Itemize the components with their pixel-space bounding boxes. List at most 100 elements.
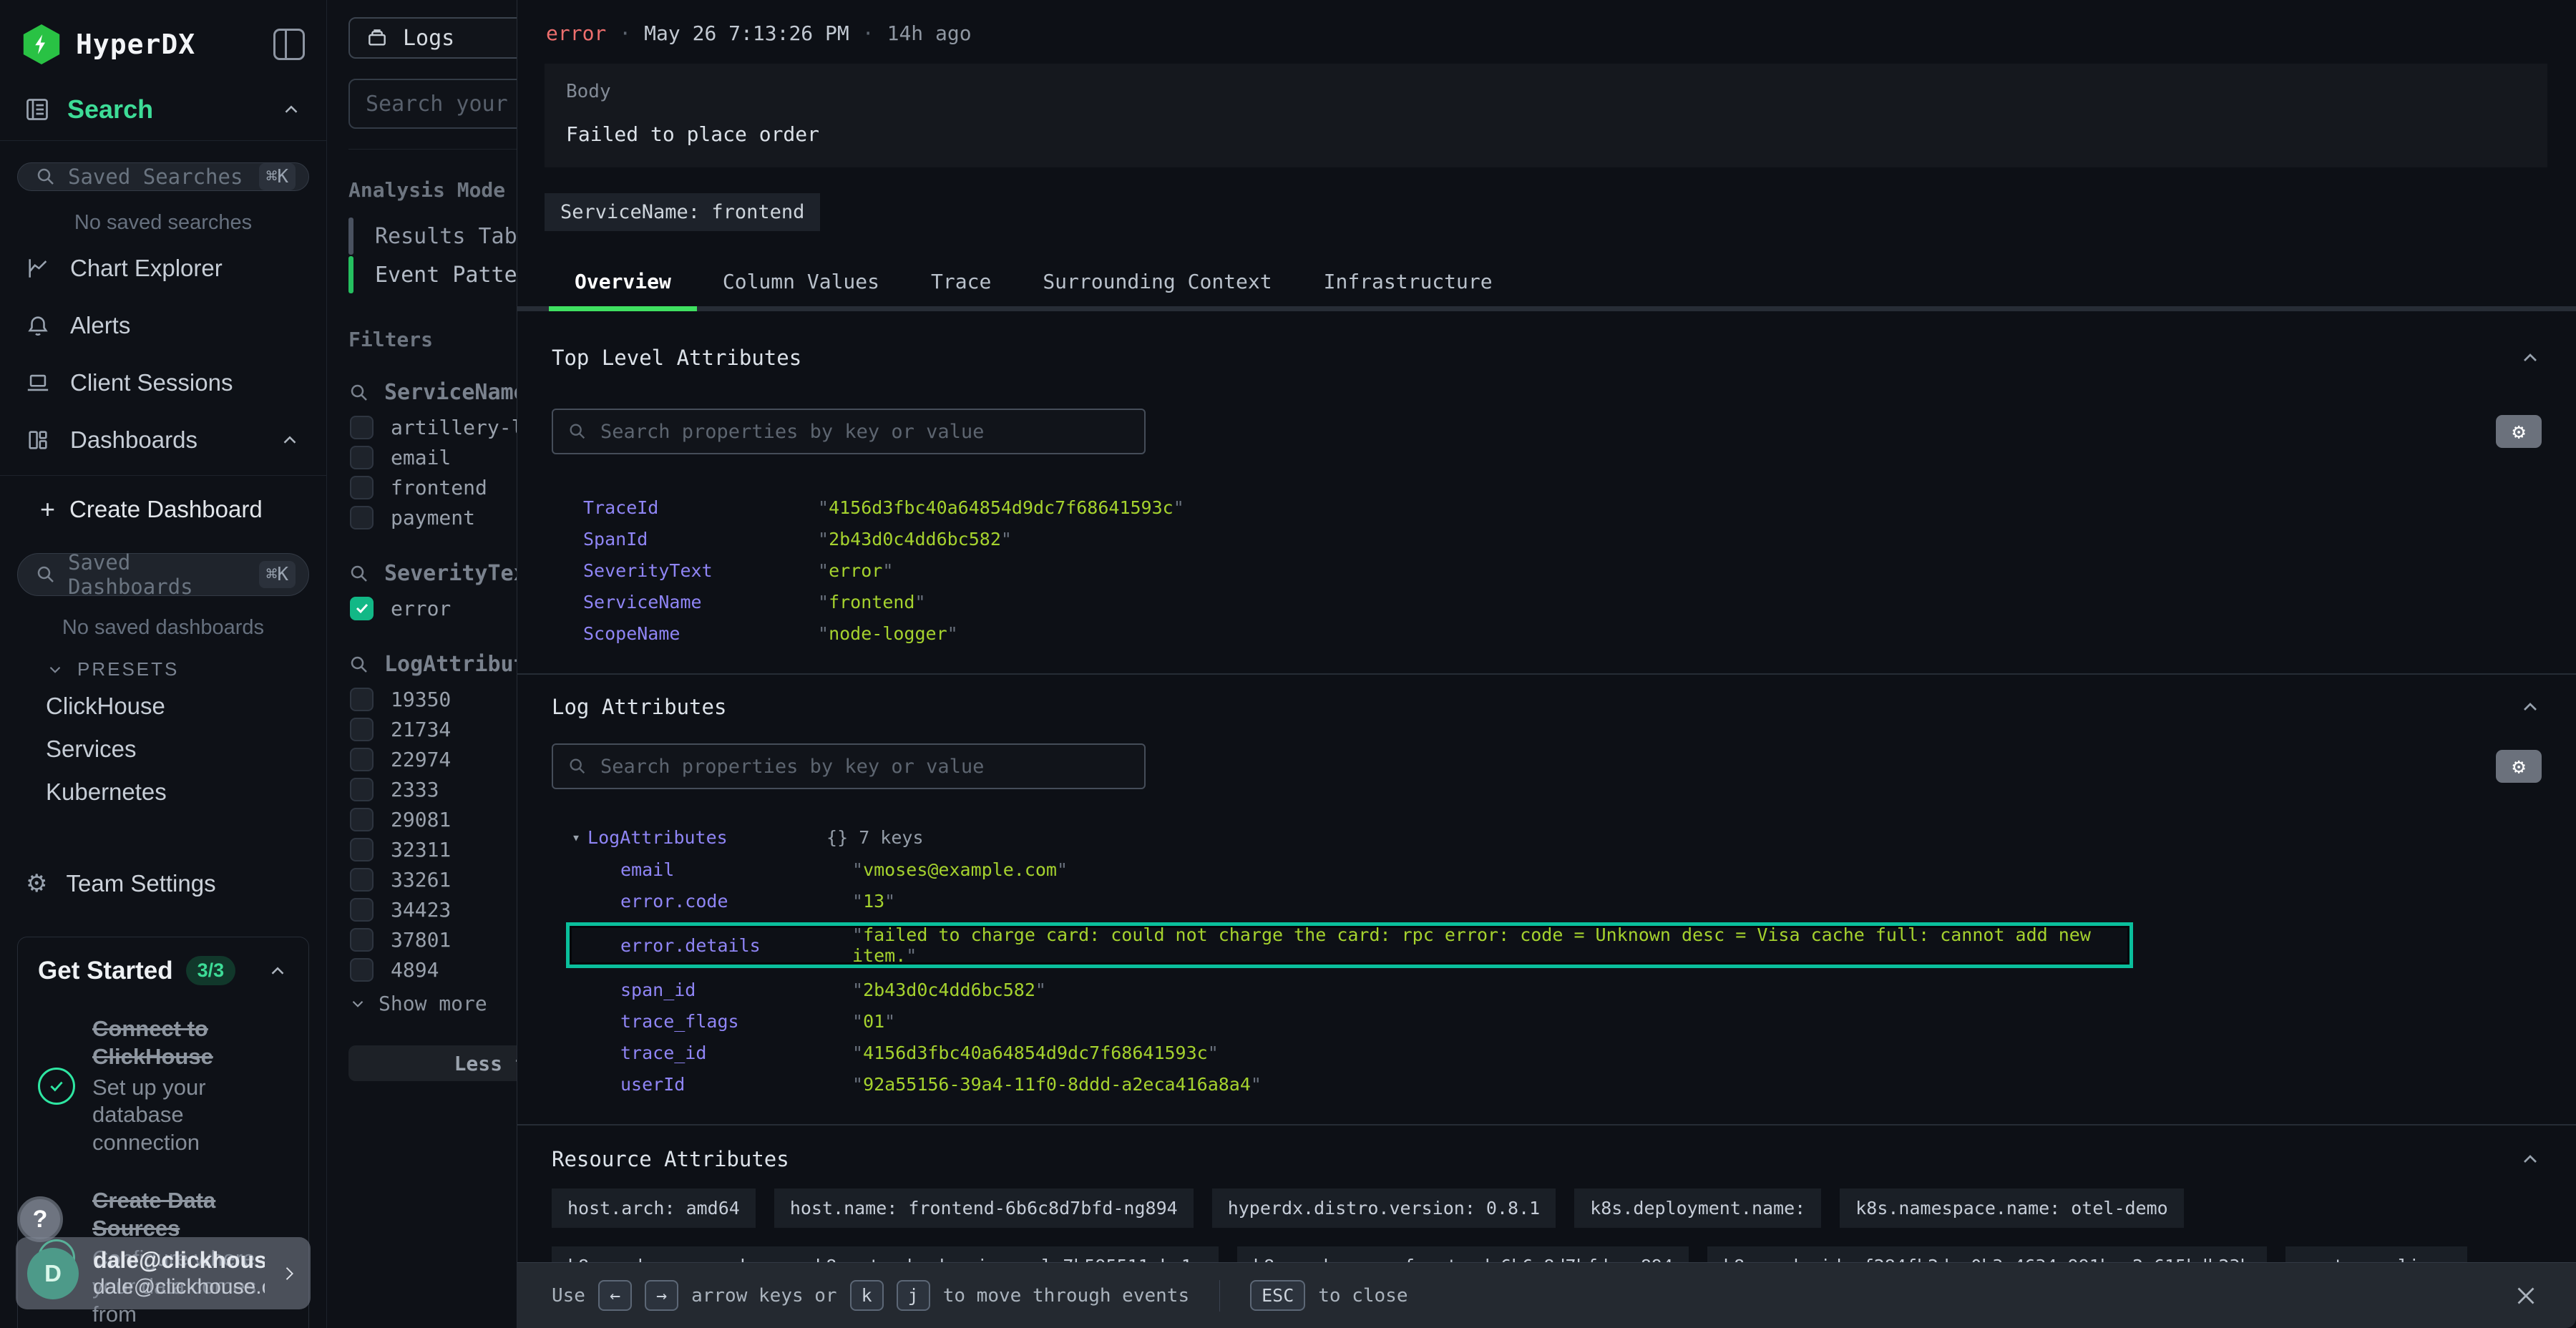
attribute-row[interactable]: ServiceName frontend xyxy=(552,586,2542,617)
checkbox-checked[interactable] xyxy=(350,597,374,620)
preset-item[interactable]: ClickHouse xyxy=(0,685,326,728)
sidebar-item-alerts[interactable]: Alerts xyxy=(0,302,326,349)
attribute-row[interactable]: SpanId 2b43d0c4dd6bc582 xyxy=(552,523,2542,555)
checkbox-unchecked[interactable] xyxy=(350,928,374,952)
checkbox-unchecked[interactable] xyxy=(350,416,374,439)
user-org: dale@clickhouse.com's xyxy=(93,1275,265,1299)
tab-surrounding-context[interactable]: Surrounding Context xyxy=(1017,261,1297,306)
gear-icon: ⚙ xyxy=(26,869,47,898)
footer-text: to close xyxy=(1318,1285,1407,1307)
close-icon[interactable] xyxy=(2513,1283,2539,1309)
attribute-row[interactable]: trace_flags 01 xyxy=(552,1005,2542,1037)
laptop-icon xyxy=(26,371,50,395)
chevron-up-icon[interactable] xyxy=(280,99,302,120)
search-icon xyxy=(567,421,587,441)
chevron-down-icon xyxy=(348,995,367,1013)
search-icon[interactable] xyxy=(348,654,370,675)
search-icon[interactable] xyxy=(348,563,370,585)
properties-search-input[interactable]: Search properties by key or value xyxy=(552,743,1146,789)
checkbox-unchecked[interactable] xyxy=(350,506,374,529)
checkbox-unchecked[interactable] xyxy=(350,748,374,771)
resource-tag[interactable]: hyperdx.distro.version: 0.8.1 xyxy=(1212,1188,1556,1228)
resource-tag[interactable]: host.arch: amd64 xyxy=(552,1188,756,1228)
tab-overview[interactable]: Overview xyxy=(549,261,697,306)
attribute-key: SeverityText xyxy=(583,560,818,581)
checkbox-unchecked[interactable] xyxy=(350,446,374,469)
properties-search-input[interactable]: Search properties by key or value xyxy=(552,409,1146,454)
chevron-up-icon[interactable] xyxy=(279,429,301,451)
attribute-row[interactable]: trace_id 4156d3fbc40a64854d9dc7f68641593… xyxy=(552,1037,2542,1068)
checkbox-unchecked[interactable] xyxy=(350,958,374,982)
sidebar-item-client-sessions[interactable]: Client Sessions xyxy=(0,359,326,406)
presets-toggle[interactable]: PRESETS xyxy=(0,640,326,685)
sidebar-section-search[interactable]: Search xyxy=(0,64,326,141)
checkbox-unchecked[interactable] xyxy=(350,778,374,801)
tab-column-values[interactable]: Column Values xyxy=(697,261,905,306)
body-label: Body xyxy=(566,81,2526,102)
checkbox-unchecked[interactable] xyxy=(350,688,374,711)
collapse-section-icon[interactable] xyxy=(2519,1148,2542,1171)
help-button[interactable]: ? xyxy=(17,1196,63,1242)
checkbox-unchecked[interactable] xyxy=(350,868,374,892)
resource-tag[interactable]: k8s.namespace.name: otel-demo xyxy=(1840,1188,2184,1228)
footer-text: Use xyxy=(552,1285,585,1307)
team-settings-label: Team Settings xyxy=(66,870,215,897)
logattributes-root-row[interactable]: ▾ LogAttributes {} 7 keys xyxy=(552,821,2542,854)
saved-dashboards-input[interactable]: Saved Dashboards ⌘K xyxy=(17,553,309,596)
event-timestamp: May 26 7:13:26 PM xyxy=(644,21,849,45)
collapse-section-icon[interactable] xyxy=(2519,346,2542,369)
resource-tag[interactable]: k8s.deployment.name: xyxy=(1574,1188,1821,1228)
event-relative-time: 14h ago xyxy=(887,21,972,45)
attribute-key: userId xyxy=(620,1074,852,1095)
attribute-key: TraceId xyxy=(583,497,818,518)
attribute-key: trace_flags xyxy=(620,1011,852,1032)
filter-item-label: 37801 xyxy=(391,928,451,952)
saved-searches-input[interactable]: Saved Searches ⌘K xyxy=(17,162,309,191)
user-menu[interactable]: D dale@clickhouse.com dale@clickhouse.co… xyxy=(16,1237,311,1309)
filter-group-title: ServiceName xyxy=(384,380,527,405)
attribute-value: 92a55156-39a4-11f0-8ddd-a2eca416a8a4 xyxy=(852,1074,1262,1095)
collapse-sidebar-icon[interactable] xyxy=(273,29,305,60)
get-started-step[interactable]: Connect to ClickHouse Set up your databa… xyxy=(38,1015,288,1157)
section-settings-button[interactable]: ⚙ xyxy=(2496,750,2542,783)
attribute-row[interactable]: span_id 2b43d0c4dd6bc582 xyxy=(552,974,2542,1005)
attribute-row[interactable]: error.code 13 xyxy=(552,885,2542,917)
collapse-section-icon[interactable] xyxy=(2519,695,2542,718)
dashboards-icon xyxy=(26,428,50,452)
checkbox-unchecked[interactable] xyxy=(350,898,374,922)
search-placeholder: Search properties by key or value xyxy=(600,421,984,443)
attribute-key: ServiceName xyxy=(583,592,818,612)
attribute-row[interactable]: email vmoses@example.com xyxy=(552,854,2542,885)
filter-item-label: 33261 xyxy=(391,868,451,892)
checkbox-unchecked[interactable] xyxy=(350,838,374,861)
step-title: Create Data Sources xyxy=(92,1187,288,1243)
nav-label: Client Sessions xyxy=(70,369,233,396)
tab-infrastructure[interactable]: Infrastructure xyxy=(1298,261,1518,306)
resource-tag[interactable]: host.name: frontend-6b6c8d7bfd-ng894 xyxy=(774,1188,1194,1228)
attribute-row[interactable]: userId 92a55156-39a4-11f0-8ddd-a2eca416a… xyxy=(552,1068,2542,1100)
checkbox-unchecked[interactable] xyxy=(350,718,374,741)
service-name-tag[interactable]: ServiceName: frontend xyxy=(545,193,820,231)
tab-trace[interactable]: Trace xyxy=(905,261,1017,306)
attribute-row[interactable]: TraceId 4156d3fbc40a64854d9dc7f68641593c xyxy=(552,492,2542,523)
attribute-row[interactable]: SeverityText error xyxy=(552,555,2542,586)
source-selector-label: Logs xyxy=(403,26,454,51)
attribute-row-error-details[interactable]: error.details failed to charge card: cou… xyxy=(572,928,2127,962)
caret-down-icon[interactable]: ▾ xyxy=(572,829,580,846)
checkbox-unchecked[interactable] xyxy=(350,476,374,499)
filter-item-label: 29081 xyxy=(391,808,451,831)
preset-item[interactable]: Kubernetes xyxy=(0,771,326,814)
filter-item-label: 32311 xyxy=(391,838,451,861)
search-icon xyxy=(35,166,57,187)
preset-item[interactable]: Services xyxy=(0,728,326,771)
filter-item-label: 21734 xyxy=(391,718,451,741)
sidebar-item-chart-explorer[interactable]: Chart Explorer xyxy=(0,245,326,292)
chevron-up-icon[interactable] xyxy=(267,960,288,982)
create-dashboard-button[interactable]: + Create Dashboard xyxy=(0,476,326,532)
attribute-row[interactable]: ScopeName node-logger xyxy=(552,617,2542,649)
section-settings-button[interactable]: ⚙ xyxy=(2496,415,2542,448)
sidebar-item-team-settings[interactable]: ⚙ Team Settings xyxy=(0,859,326,908)
search-icon[interactable] xyxy=(348,382,370,404)
sidebar-item-dashboards[interactable]: Dashboards xyxy=(0,416,326,464)
checkbox-unchecked[interactable] xyxy=(350,808,374,831)
